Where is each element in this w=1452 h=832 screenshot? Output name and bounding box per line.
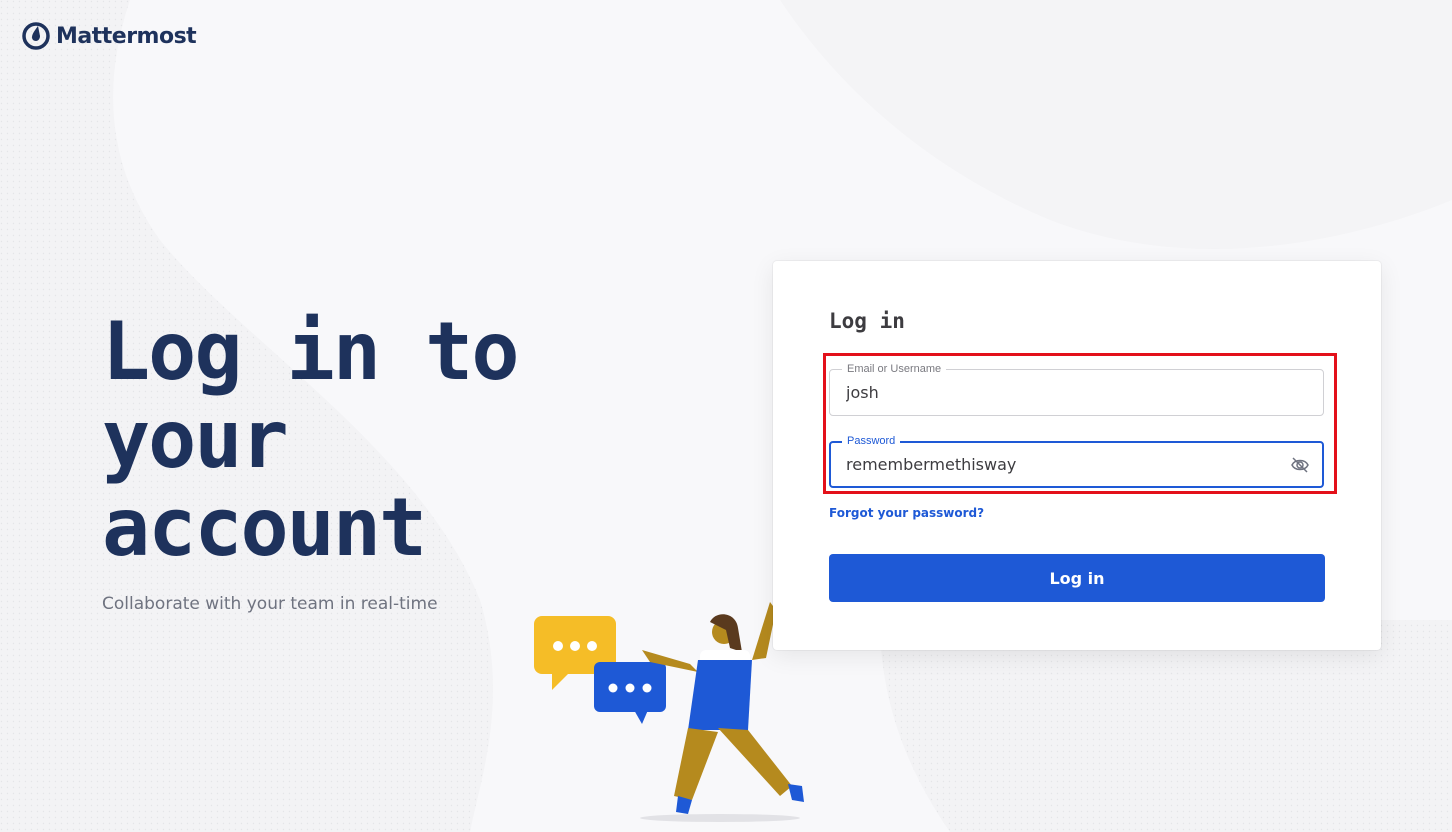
hero-subtitle: Collaborate with your team in real-time (102, 594, 438, 614)
password-field[interactable]: Password (829, 434, 1324, 488)
mattermost-logo-icon (22, 22, 50, 50)
password-input[interactable] (846, 443, 1278, 486)
login-button[interactable]: Log in (829, 554, 1325, 602)
brand-name: Mattermost (56, 23, 197, 49)
hero-section: Log in to your account Collaborate with … (102, 305, 562, 615)
eye-off-icon[interactable] (1290, 456, 1310, 474)
login-card: Log in Email or Username Password Forgot… (773, 261, 1381, 650)
forgot-password-link[interactable]: Forgot your password? (829, 506, 984, 520)
login-heading: Log in (829, 309, 905, 333)
email-input[interactable] (846, 370, 1279, 415)
mattermost-logo[interactable]: Mattermost (22, 22, 197, 50)
email-field[interactable]: Email or Username (829, 362, 1324, 416)
hero-title: Log in to your account (102, 305, 519, 574)
